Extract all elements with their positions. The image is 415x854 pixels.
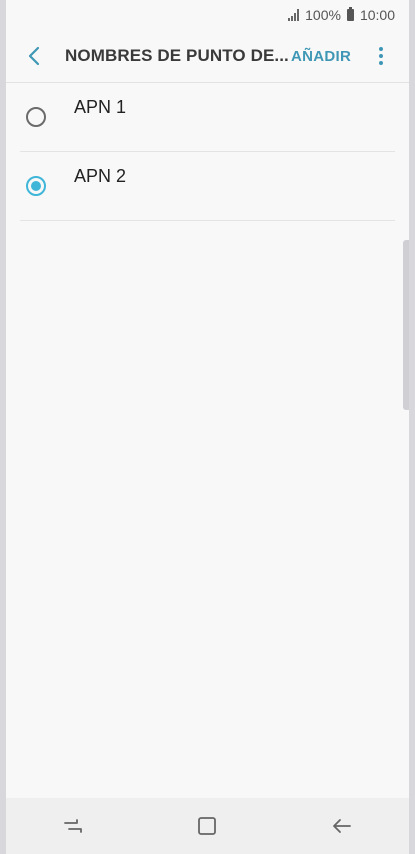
signal-icon bbox=[288, 9, 300, 21]
screen: 100% 10:00 NOMBRES DE PUNTO DE... AÑADIR… bbox=[6, 0, 409, 854]
battery-percentage: 100% bbox=[305, 7, 341, 23]
recent-apps-button[interactable] bbox=[43, 806, 103, 846]
apn-2-radio[interactable] bbox=[26, 176, 46, 196]
back-arrow-icon bbox=[28, 46, 40, 66]
navigation-bar bbox=[6, 798, 409, 854]
edge-panel-handle[interactable] bbox=[403, 240, 409, 410]
apn-list: APN 1 APN 2 bbox=[6, 83, 409, 221]
recent-apps-icon bbox=[64, 819, 83, 833]
apn-item-1[interactable]: APN 1 bbox=[20, 83, 395, 152]
apn-1-radio[interactable] bbox=[26, 107, 46, 127]
page-title: NOMBRES DE PUNTO DE... bbox=[65, 46, 289, 65]
battery-icon bbox=[346, 7, 354, 21]
add-button[interactable]: AÑADIR bbox=[291, 48, 351, 65]
home-button[interactable] bbox=[177, 806, 237, 846]
more-options-button[interactable] bbox=[367, 34, 395, 78]
apn-1-label: APN 1 bbox=[74, 97, 127, 117]
back-nav-button[interactable] bbox=[312, 806, 372, 846]
clock: 10:00 bbox=[359, 7, 395, 23]
apn-item-2[interactable]: APN 2 bbox=[20, 152, 395, 221]
back-icon bbox=[332, 819, 351, 833]
back-button[interactable] bbox=[12, 34, 56, 78]
more-vert-icon bbox=[379, 47, 384, 51]
home-icon bbox=[198, 817, 217, 835]
status-bar: 100% 10:00 bbox=[6, 0, 409, 30]
app-bar: NOMBRES DE PUNTO DE... AÑADIR bbox=[6, 32, 409, 80]
apn-2-label: APN 2 bbox=[74, 166, 127, 186]
